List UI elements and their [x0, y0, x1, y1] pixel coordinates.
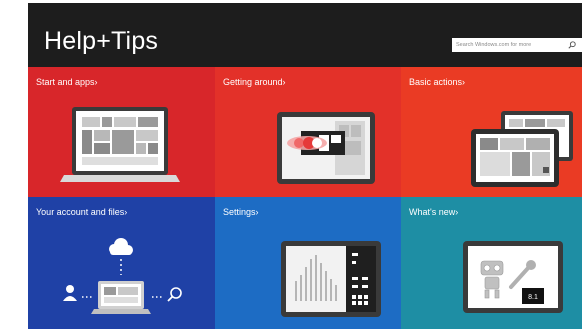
search-icon — [167, 287, 182, 302]
laptop-start-screen-illustration — [60, 107, 180, 182]
search-placeholder: Search Windows.com for more — [456, 42, 532, 48]
tile-your-account-and-files[interactable]: Your account and files› — [28, 197, 215, 329]
tile-basic-actions[interactable]: Basic actions› — [401, 67, 582, 197]
tile-getting-around[interactable]: Getting around› — [215, 67, 401, 197]
person-icon — [63, 285, 77, 301]
version-badge: 8.1 — [528, 294, 538, 301]
tile-settings[interactable]: Settings› — [215, 197, 401, 329]
tile-start-and-apps[interactable]: Start and apps› — [28, 67, 215, 197]
app-title: Help+Tips — [44, 27, 159, 55]
search-input[interactable]: Search Windows.com for more — [452, 38, 582, 52]
settings-illustration — [281, 241, 381, 317]
account-files-illustration — [63, 238, 182, 314]
help-tips-app: Help+Tips Search Windows.com for more St… — [28, 3, 582, 329]
search-icon[interactable] — [568, 41, 576, 49]
devices-illustration — [471, 111, 573, 187]
app-header: Help+Tips Search Windows.com for more — [28, 3, 582, 67]
tablet-gesture-illustration — [277, 112, 375, 184]
cloud-icon — [109, 238, 133, 255]
tile-whats-new[interactable]: What's new› 8.1 — [401, 197, 582, 329]
whats-new-illustration: 8.1 — [463, 241, 563, 313]
